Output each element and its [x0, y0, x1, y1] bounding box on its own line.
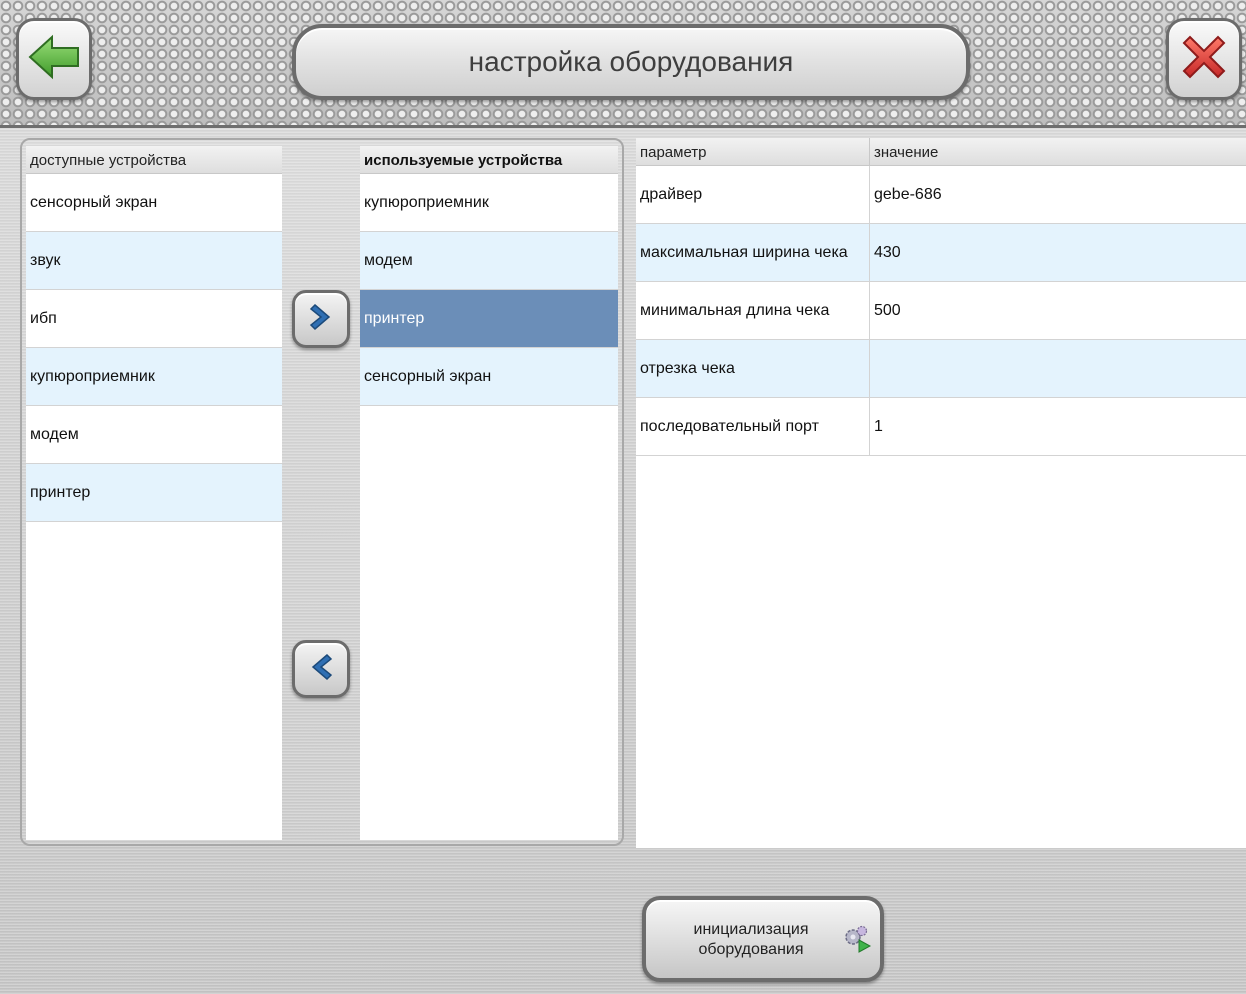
- close-icon: [1176, 29, 1232, 90]
- column-header-parameter: параметр: [636, 138, 870, 165]
- param-value[interactable]: gebe-686: [870, 166, 1246, 223]
- parameters-table-header: параметр значение: [636, 138, 1246, 166]
- list-item[interactable]: сенсорный экран: [360, 348, 618, 406]
- table-row[interactable]: максимальная ширина чека 430: [636, 224, 1246, 282]
- close-button[interactable]: [1166, 18, 1242, 100]
- table-row[interactable]: минимальная длина чека 500: [636, 282, 1246, 340]
- available-devices-list[interactable]: доступные устройства сенсорный экран зву…: [26, 146, 282, 840]
- param-name: максимальная ширина чека: [636, 224, 870, 281]
- move-right-button[interactable]: [292, 290, 350, 348]
- list-item[interactable]: ибп: [26, 290, 282, 348]
- table-row[interactable]: последовательный порт 1: [636, 398, 1246, 456]
- param-value[interactable]: 1: [870, 398, 1246, 455]
- used-devices-header: используемые устройства: [360, 146, 618, 174]
- available-devices-header: доступные устройства: [26, 146, 282, 174]
- list-item[interactable]: купюроприемник: [360, 174, 618, 232]
- list-item[interactable]: сенсорный экран: [26, 174, 282, 232]
- param-name: отрезка чека: [636, 340, 870, 397]
- table-row[interactable]: драйвер gebe-686: [636, 166, 1246, 224]
- initialize-hardware-label: инициализация оборудования: [693, 921, 809, 958]
- param-value[interactable]: [870, 340, 1246, 397]
- parameters-table: параметр значение драйвер gebe-686 макси…: [636, 138, 1246, 848]
- param-value[interactable]: 500: [870, 282, 1246, 339]
- initialize-hardware-button[interactable]: инициализация оборудования: [642, 896, 884, 982]
- gears-play-icon: [842, 924, 872, 959]
- arrow-left-icon: [26, 33, 82, 86]
- header-bar: настройка оборудования: [0, 0, 1246, 128]
- param-name: минимальная длина чека: [636, 282, 870, 339]
- list-item[interactable]: купюроприемник: [26, 348, 282, 406]
- list-item[interactable]: звук: [26, 232, 282, 290]
- chevron-right-icon: [307, 301, 335, 338]
- column-header-value: значение: [874, 144, 939, 161]
- list-item[interactable]: модем: [26, 406, 282, 464]
- move-left-button[interactable]: [292, 640, 350, 698]
- title-bar: настройка оборудования: [292, 24, 970, 100]
- param-name: последовательный порт: [636, 398, 870, 455]
- param-name: драйвер: [636, 166, 870, 223]
- list-item[interactable]: модем: [360, 232, 618, 290]
- list-item-selected[interactable]: принтер: [360, 290, 618, 348]
- param-value[interactable]: 430: [870, 224, 1246, 281]
- list-item[interactable]: принтер: [26, 464, 282, 522]
- back-button[interactable]: [16, 18, 92, 100]
- page-title: настройка оборудования: [468, 46, 794, 77]
- used-devices-list[interactable]: используемые устройства купюроприемник м…: [360, 146, 618, 840]
- table-row[interactable]: отрезка чека: [636, 340, 1246, 398]
- chevron-left-icon: [307, 651, 335, 688]
